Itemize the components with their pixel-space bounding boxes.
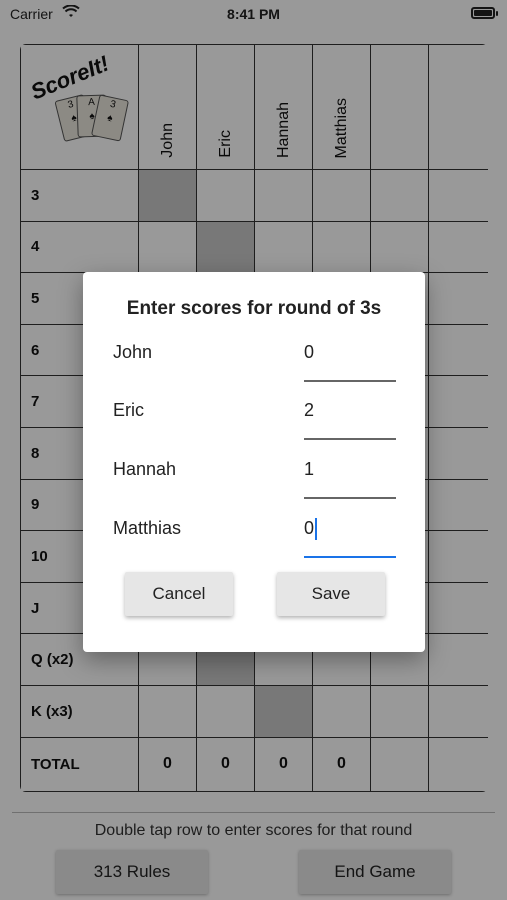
cancel-button[interactable]: Cancel bbox=[125, 572, 233, 616]
input-underline-focused bbox=[304, 556, 396, 558]
score-entry-row: John 0 bbox=[83, 334, 425, 392]
score-entry-row: Matthias 0 bbox=[83, 510, 425, 568]
score-value: 0 bbox=[304, 518, 315, 538]
player-label: Eric bbox=[113, 400, 144, 420]
input-underline bbox=[304, 497, 396, 499]
score-input[interactable]: 1 bbox=[304, 459, 314, 480]
text-caret bbox=[315, 518, 318, 541]
score-entry-row: Eric 2 bbox=[83, 392, 425, 450]
input-underline bbox=[304, 438, 396, 440]
save-button[interactable]: Save bbox=[277, 572, 385, 616]
enter-scores-dialog: Enter scores for round of 3s John 0 Eric… bbox=[83, 272, 425, 652]
score-input[interactable]: 2 bbox=[304, 400, 314, 421]
player-label: Matthias bbox=[113, 518, 182, 538]
input-underline bbox=[304, 380, 396, 382]
score-entry-row: Hannah 1 bbox=[83, 451, 425, 509]
player-label: Hannah bbox=[113, 459, 177, 479]
score-input-focused[interactable]: 0 bbox=[304, 518, 318, 541]
player-label: John bbox=[113, 342, 153, 362]
score-input[interactable]: 0 bbox=[304, 342, 314, 363]
dialog-title: Enter scores for round of 3s bbox=[126, 298, 382, 319]
